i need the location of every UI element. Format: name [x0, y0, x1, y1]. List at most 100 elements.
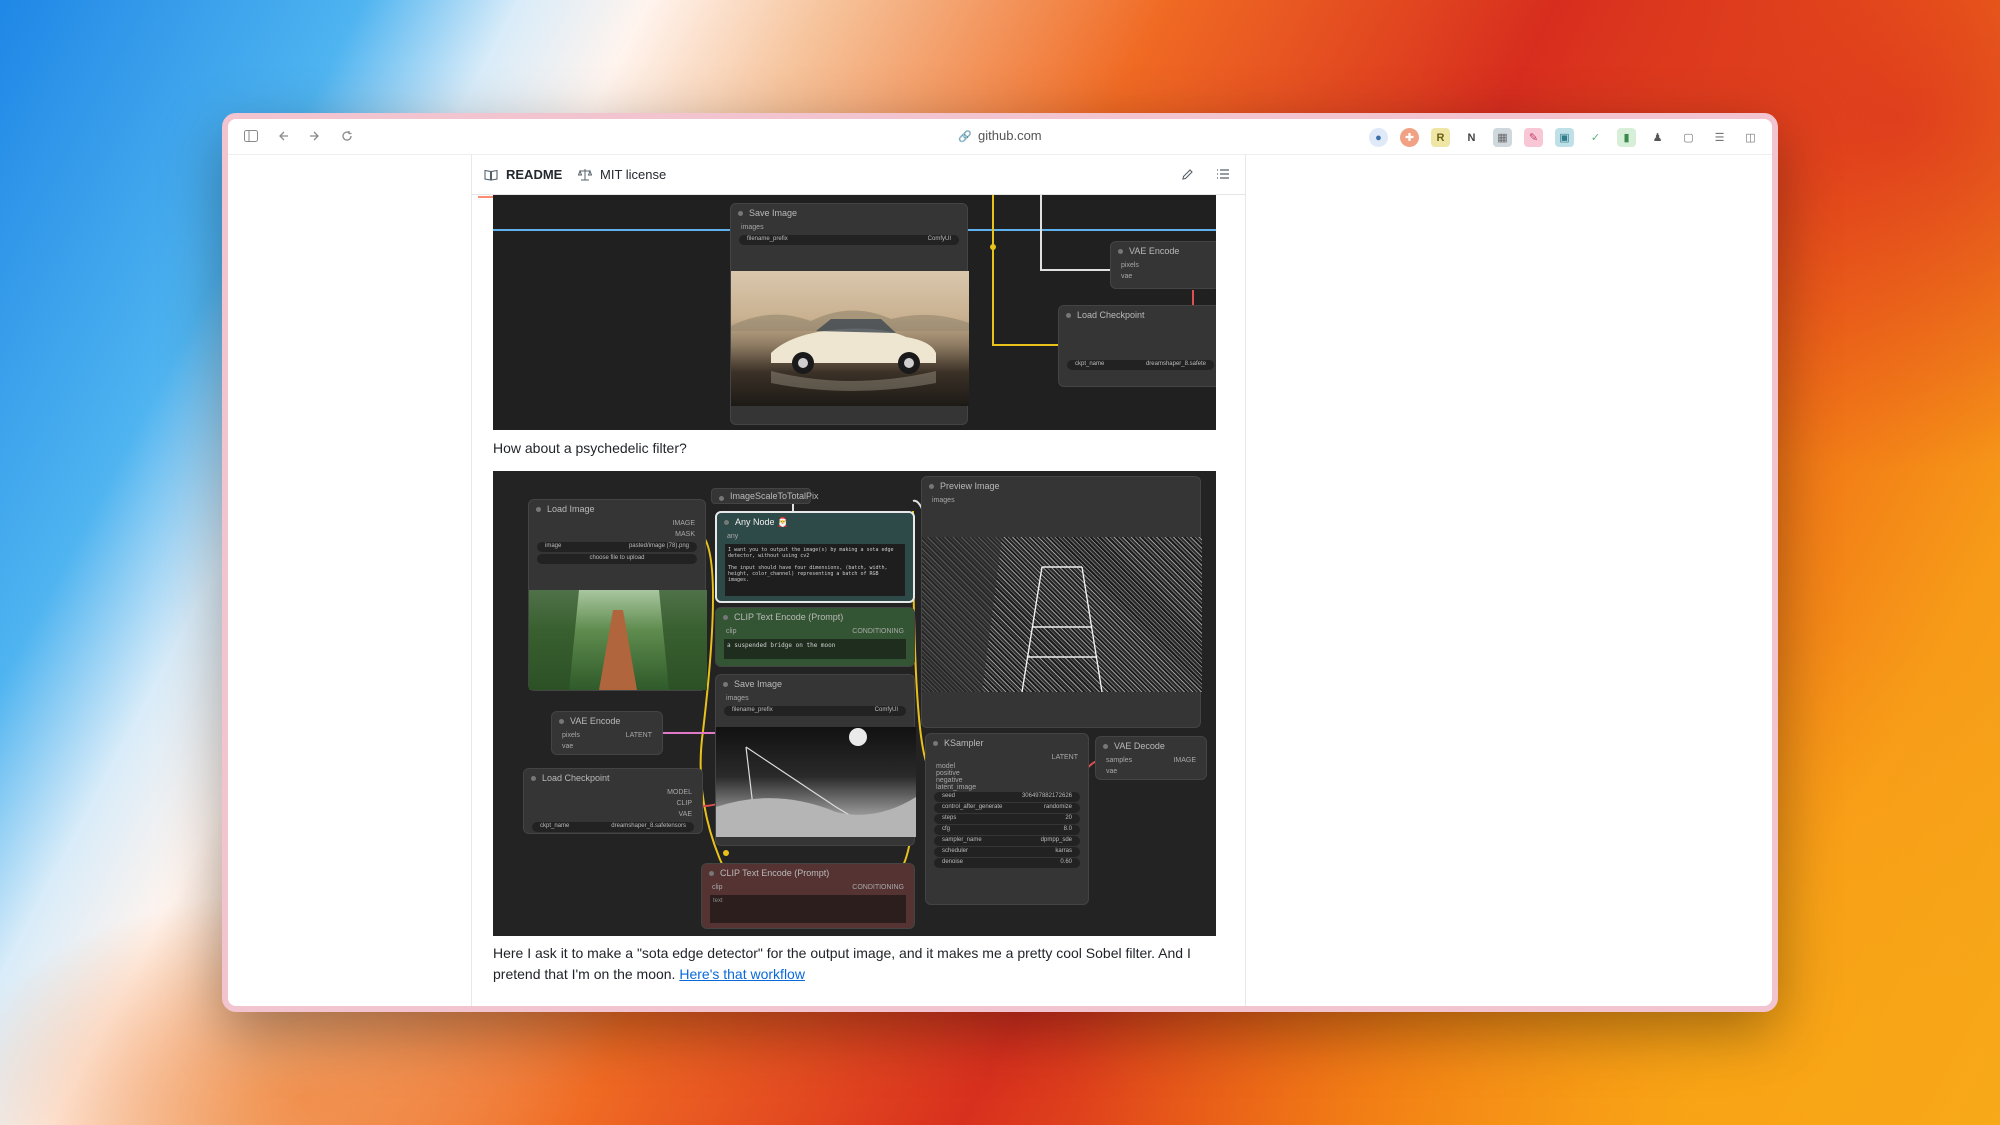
- ckpt-clip-out: CLIP: [676, 800, 692, 807]
- ks-input-model: model: [936, 763, 956, 770]
- load-checkpoint-node[interactable]: Load Checkpoint ckpt_name dreamshaper_8.s…: [1058, 305, 1216, 387]
- vae-decode-image-out: IMAGE: [1173, 757, 1196, 764]
- clip1-title: CLIP Text Encode (Prompt): [716, 608, 914, 626]
- any-node-title: Any Node 🎅: [717, 513, 913, 531]
- save-image-node-2[interactable]: Save Image images filename_prefix ComfyUI: [715, 674, 916, 846]
- vae-decode-vae: vae: [1106, 768, 1118, 775]
- ks-field-seed[interactable]: seed 306497882172626: [934, 792, 1080, 802]
- jungle-bridge-image: [529, 590, 707, 690]
- caption-sobel: Here I ask it to make a "sota edge detec…: [493, 943, 1223, 985]
- ks-field-scheduler[interactable]: scheduler karras: [934, 847, 1080, 857]
- save2-title: Save Image: [716, 675, 914, 693]
- vae-decode-node[interactable]: VAE Decode samples IMAGE vae: [1095, 736, 1207, 780]
- extension-9-icon[interactable]: ▮: [1617, 128, 1636, 147]
- comfyui-screenshot-2: Load Image IMAGE MASK image pasted/image …: [493, 471, 1216, 936]
- clip1-input: clip: [726, 628, 737, 635]
- save2-prefix-field[interactable]: filename_prefix ComfyUI: [724, 706, 906, 716]
- save2-prefix-value: ComfyUI: [874, 707, 898, 713]
- extension-7-icon[interactable]: ▣: [1555, 128, 1574, 147]
- browser-toolbar: 🔗 github.com ● ✚ R N ▦ ✎ ▣ ✓ ▮ ♟ ▢ ☰ ◫: [228, 119, 1772, 155]
- any-node-prompt[interactable]: I want you to output the image(s) by mak…: [725, 544, 905, 596]
- extension-6-icon[interactable]: ✎: [1524, 128, 1543, 147]
- ckpt-2-label: ckpt_name: [540, 823, 570, 829]
- ckpt-2-field[interactable]: ckpt_name dreamshaper_8.safetensors: [532, 822, 694, 832]
- any-node[interactable]: Any Node 🎅 any I want you to output the …: [715, 511, 915, 603]
- extension-2-icon[interactable]: ✚: [1400, 128, 1419, 147]
- workflow-link[interactable]: Here's that workflow: [679, 966, 805, 982]
- extensions-bar: ● ✚ R N ▦ ✎ ▣ ✓ ▮ ♟ ▢ ☰ ◫: [1369, 128, 1760, 147]
- vae-encode-2-pixels: pixels: [562, 732, 580, 739]
- ks-steps-value: 20: [1065, 815, 1072, 821]
- ksampler-latent-out: LATENT: [1051, 754, 1078, 761]
- filename-prefix-value: ComfyUI: [927, 236, 951, 242]
- extension-4-icon[interactable]: N: [1462, 128, 1481, 147]
- vae-encode-node[interactable]: VAE Encode pixels vae: [1110, 241, 1216, 289]
- extension-5-icon[interactable]: ▦: [1493, 128, 1512, 147]
- ks-field-cfg[interactable]: cfg 8.0: [934, 825, 1080, 835]
- load-checkpoint-node-2[interactable]: Load Checkpoint MODEL CLIP VAE ckpt_name…: [523, 768, 703, 834]
- sobel-edge-image: [922, 537, 1202, 693]
- image-select-field[interactable]: image pasted/image (78).png: [537, 542, 697, 552]
- caption-sobel-text: Here I ask it to make a "sota edge detec…: [493, 945, 1191, 982]
- clip2-input: clip: [712, 884, 723, 891]
- save-image-node[interactable]: Save Image images filename_prefix ComfyUI: [730, 203, 969, 425]
- vae-encode-2-title: VAE Encode: [552, 712, 662, 730]
- vae-encode-2-vae: vae: [562, 743, 574, 750]
- outline-list-icon[interactable]: [1215, 166, 1231, 182]
- any-input: any: [727, 533, 739, 540]
- caption-psychedelic: How about a psychedelic filter?: [493, 440, 687, 456]
- ks-sampler-label: sampler_name: [942, 837, 982, 843]
- clip2-output: CONDITIONING: [852, 884, 904, 891]
- clip2-text[interactable]: text: [710, 895, 906, 923]
- extension-13-icon[interactable]: ◫: [1741, 128, 1760, 147]
- ks-input-latent-image: latent_image: [936, 784, 977, 791]
- image-scale-node[interactable]: ImageScaleToTotalPix: [711, 488, 819, 504]
- tab-license[interactable]: MIT license: [578, 167, 666, 182]
- scale-icon: [578, 168, 592, 182]
- extension-8-icon[interactable]: ✓: [1586, 128, 1605, 147]
- clip-text-encode-negative[interactable]: CLIP Text Encode (Prompt) clip CONDITIONI…: [701, 863, 915, 929]
- ks-field-control[interactable]: control_after_generate randomize: [934, 803, 1080, 813]
- ckpt-vae-out: VAE: [678, 811, 693, 818]
- ks-control-label: control_after_generate: [942, 804, 1003, 810]
- ckpt-name-label: ckpt_name: [1075, 361, 1105, 367]
- upload-label: choose file to upload: [589, 555, 645, 561]
- edit-icon[interactable]: [1179, 166, 1195, 182]
- ks-field-sampler[interactable]: sampler_name dpmpp_sde: [934, 836, 1080, 846]
- image-select-value: pasted/image (78).png: [628, 543, 689, 549]
- readme-column: README MIT license Save Image images fil…: [471, 155, 1246, 1006]
- ks-scheduler-label: scheduler: [942, 848, 969, 854]
- extension-12-icon[interactable]: ☰: [1710, 128, 1729, 147]
- clip-text-encode-positive[interactable]: CLIP Text Encode (Prompt) clip CONDITIONI…: [715, 607, 915, 667]
- ks-scheduler-value: karras: [1055, 848, 1072, 854]
- ks-input-negative: negative: [936, 777, 963, 784]
- vae-encode-title: VAE Encode: [1111, 242, 1216, 260]
- ckpt-model-out: MODEL: [667, 789, 692, 796]
- tab-readme[interactable]: README: [477, 167, 571, 198]
- load-image-node[interactable]: Load Image IMAGE MASK image pasted/image …: [528, 499, 707, 691]
- ks-input-positive: positive: [936, 770, 960, 777]
- vae-decode-samples: samples: [1106, 757, 1133, 764]
- readme-tabs: README MIT license: [472, 155, 1245, 198]
- ks-cfg-label: cfg: [942, 826, 951, 832]
- preview-image-node[interactable]: Preview Image images: [921, 476, 1202, 728]
- image-scale-title: ImageScaleToTotalPix: [712, 489, 819, 503]
- ks-field-steps[interactable]: steps 20: [934, 814, 1080, 824]
- ks-cfg-value: 8.0: [1063, 826, 1072, 832]
- vae-encode-node-2[interactable]: VAE Encode pixels LATENT vae: [551, 711, 663, 755]
- ks-seed-label: seed: [942, 793, 956, 799]
- upload-button[interactable]: choose file to upload: [537, 554, 697, 564]
- ks-field-denoise[interactable]: denoise 0.60: [934, 858, 1080, 868]
- clip1-text[interactable]: a suspended bridge on the moon: [724, 639, 906, 659]
- ksampler-node[interactable]: KSampler LATENT model positive negative …: [925, 733, 1089, 905]
- comfyui-screenshot-1: Save Image images filename_prefix ComfyUI…: [493, 195, 1216, 430]
- preview-title: Preview Image: [922, 477, 1200, 495]
- extension-3-icon[interactable]: R: [1431, 128, 1450, 147]
- save-image-title: Save Image: [731, 204, 967, 222]
- image-select-label: image: [545, 543, 562, 549]
- extension-1-icon[interactable]: ●: [1369, 128, 1388, 147]
- extension-11-icon[interactable]: ▢: [1679, 128, 1698, 147]
- extension-10-icon[interactable]: ♟: [1648, 128, 1667, 147]
- ckpt-name-field[interactable]: ckpt_name dreamshaper_8.safete: [1067, 360, 1214, 370]
- filename-prefix-field[interactable]: filename_prefix ComfyUI: [739, 235, 959, 245]
